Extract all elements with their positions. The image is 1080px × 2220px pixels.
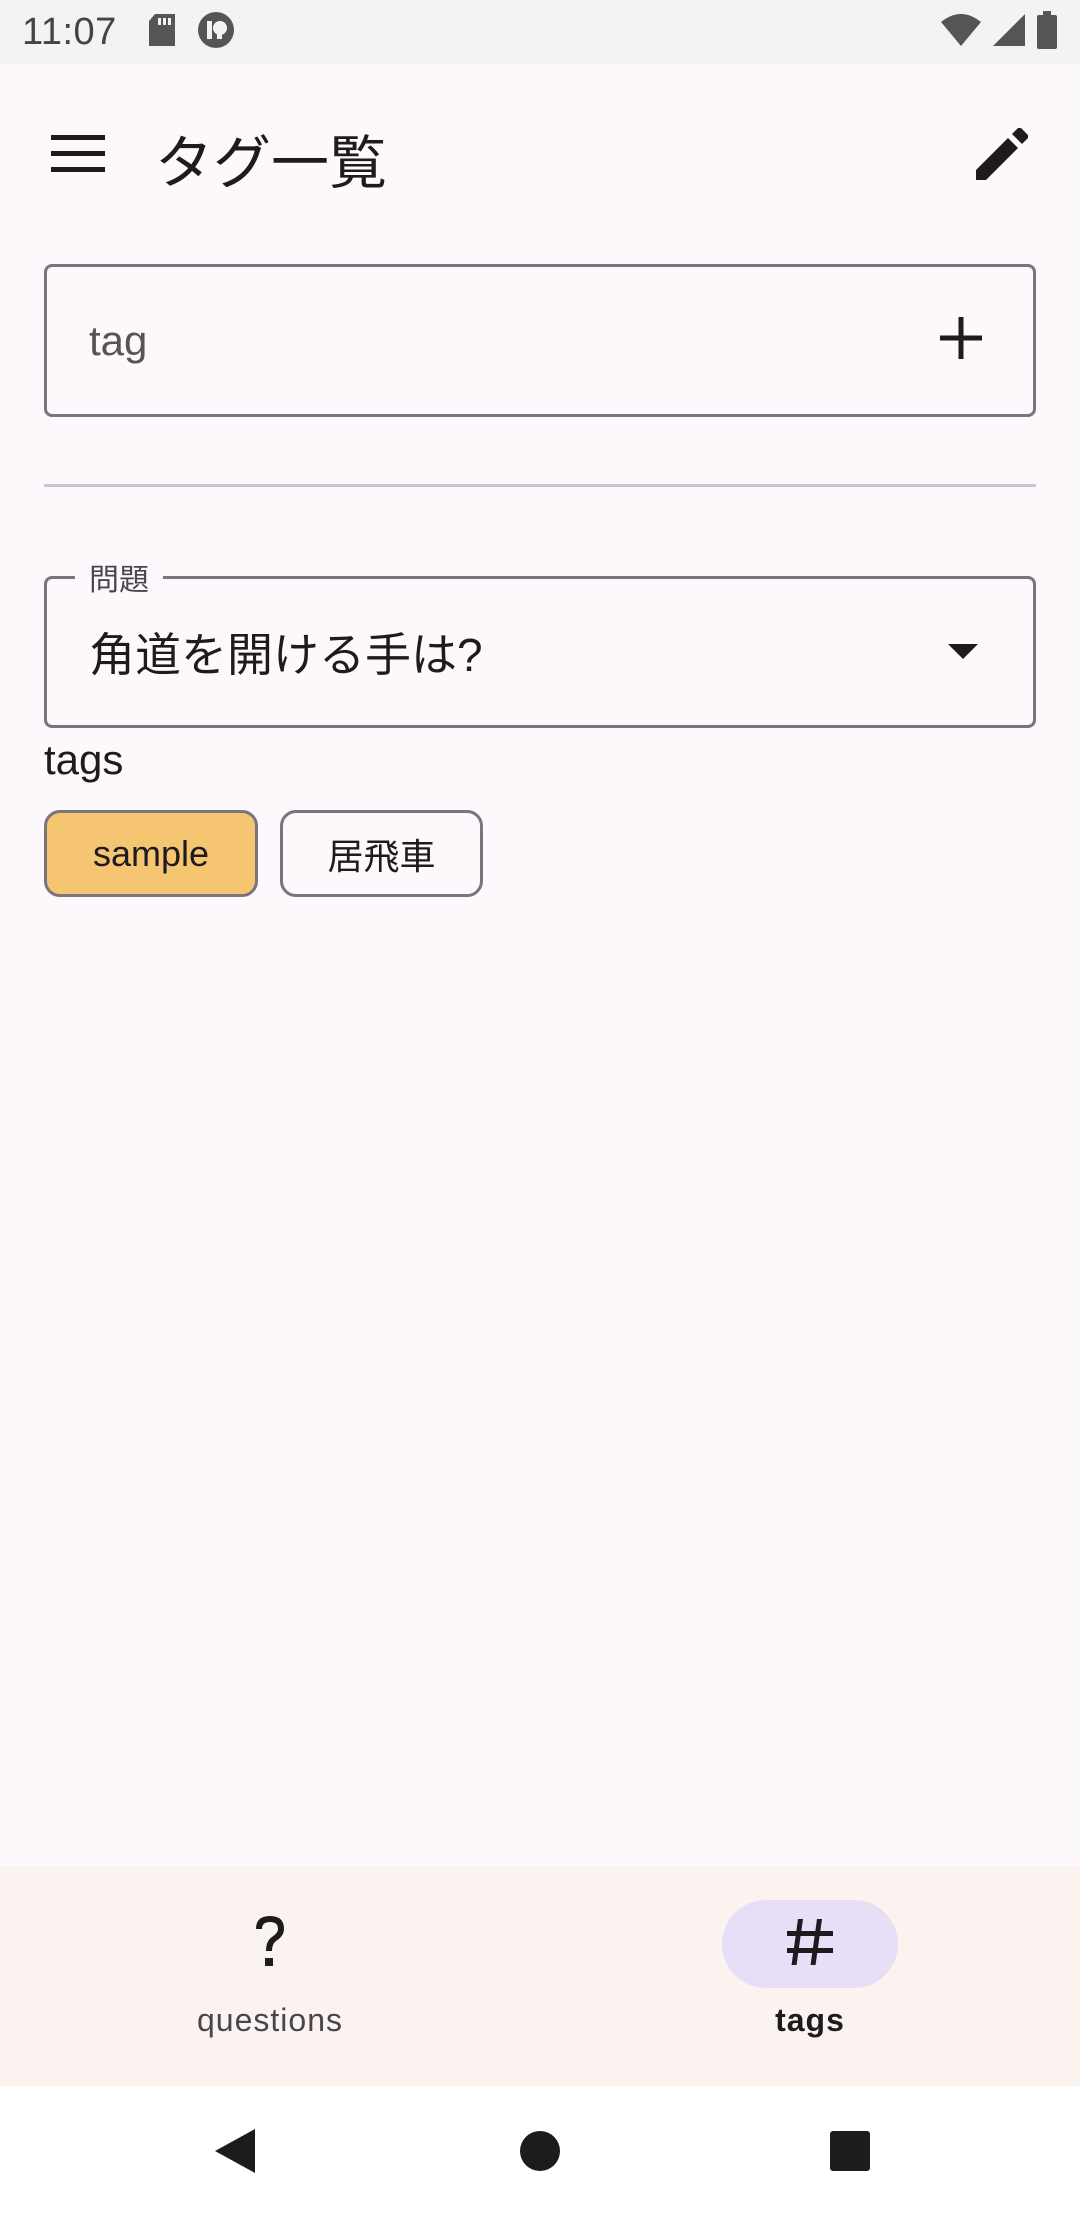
nav-item-tags[interactable]: tags [540, 1866, 1080, 2086]
status-right-icons [940, 10, 1058, 54]
system-navigation-bar [0, 2086, 1080, 2220]
add-tag-button[interactable] [929, 309, 993, 373]
nav-indicator-tags [722, 1900, 898, 1988]
app-notification-icon [197, 11, 235, 54]
tag-input[interactable] [89, 316, 929, 365]
question-select-value: 角道を開ける手は? [89, 629, 483, 681]
sd-card-icon [147, 13, 177, 52]
home-button[interactable] [505, 2118, 575, 2188]
status-time: 11:07 [22, 10, 117, 53]
bottom-navigation: questions tags [0, 1866, 1080, 2086]
pencil-edit-icon [974, 127, 1029, 187]
tag-chip-sample[interactable]: sample [44, 810, 258, 897]
back-triangle-icon [213, 2127, 257, 2180]
nav-label-tags: tags [775, 2002, 845, 2038]
recents-button[interactable] [815, 2118, 885, 2188]
home-circle-icon [519, 2130, 561, 2177]
status-left-icons [147, 11, 235, 54]
question-select-label: 問題 [75, 555, 163, 599]
caret-down-icon[interactable] [933, 622, 993, 682]
plus-icon [940, 317, 982, 364]
tag-chip-ibisha[interactable]: 居飛車 [280, 810, 483, 897]
hashtag-icon [787, 1918, 833, 1970]
question-mark-icon [253, 1914, 287, 1975]
top-app-bar: タグ一覧 [0, 64, 1080, 244]
tag-chip-group: sample 居飛車 [44, 810, 483, 897]
nav-label-questions: questions [197, 2002, 343, 2038]
status-bar: 11:07 [0, 0, 1080, 64]
wifi-icon [940, 13, 982, 52]
divider [44, 484, 1036, 487]
hamburger-menu-icon [51, 134, 105, 178]
nav-indicator-questions [182, 1900, 358, 1988]
question-select[interactable]: 問題 角道を開ける手は? [44, 555, 1036, 728]
page-title: タグ一覧 [155, 131, 388, 196]
menu-button[interactable] [40, 126, 116, 186]
cellular-signal-icon [992, 13, 1026, 52]
back-button[interactable] [200, 2118, 270, 2188]
nav-item-questions[interactable]: questions [0, 1866, 540, 2086]
recents-square-icon [829, 2130, 871, 2177]
battery-icon [1036, 10, 1058, 54]
edit-button[interactable] [966, 122, 1036, 192]
tags-section-label: tags [44, 736, 124, 783]
tag-input-field [44, 264, 1036, 417]
